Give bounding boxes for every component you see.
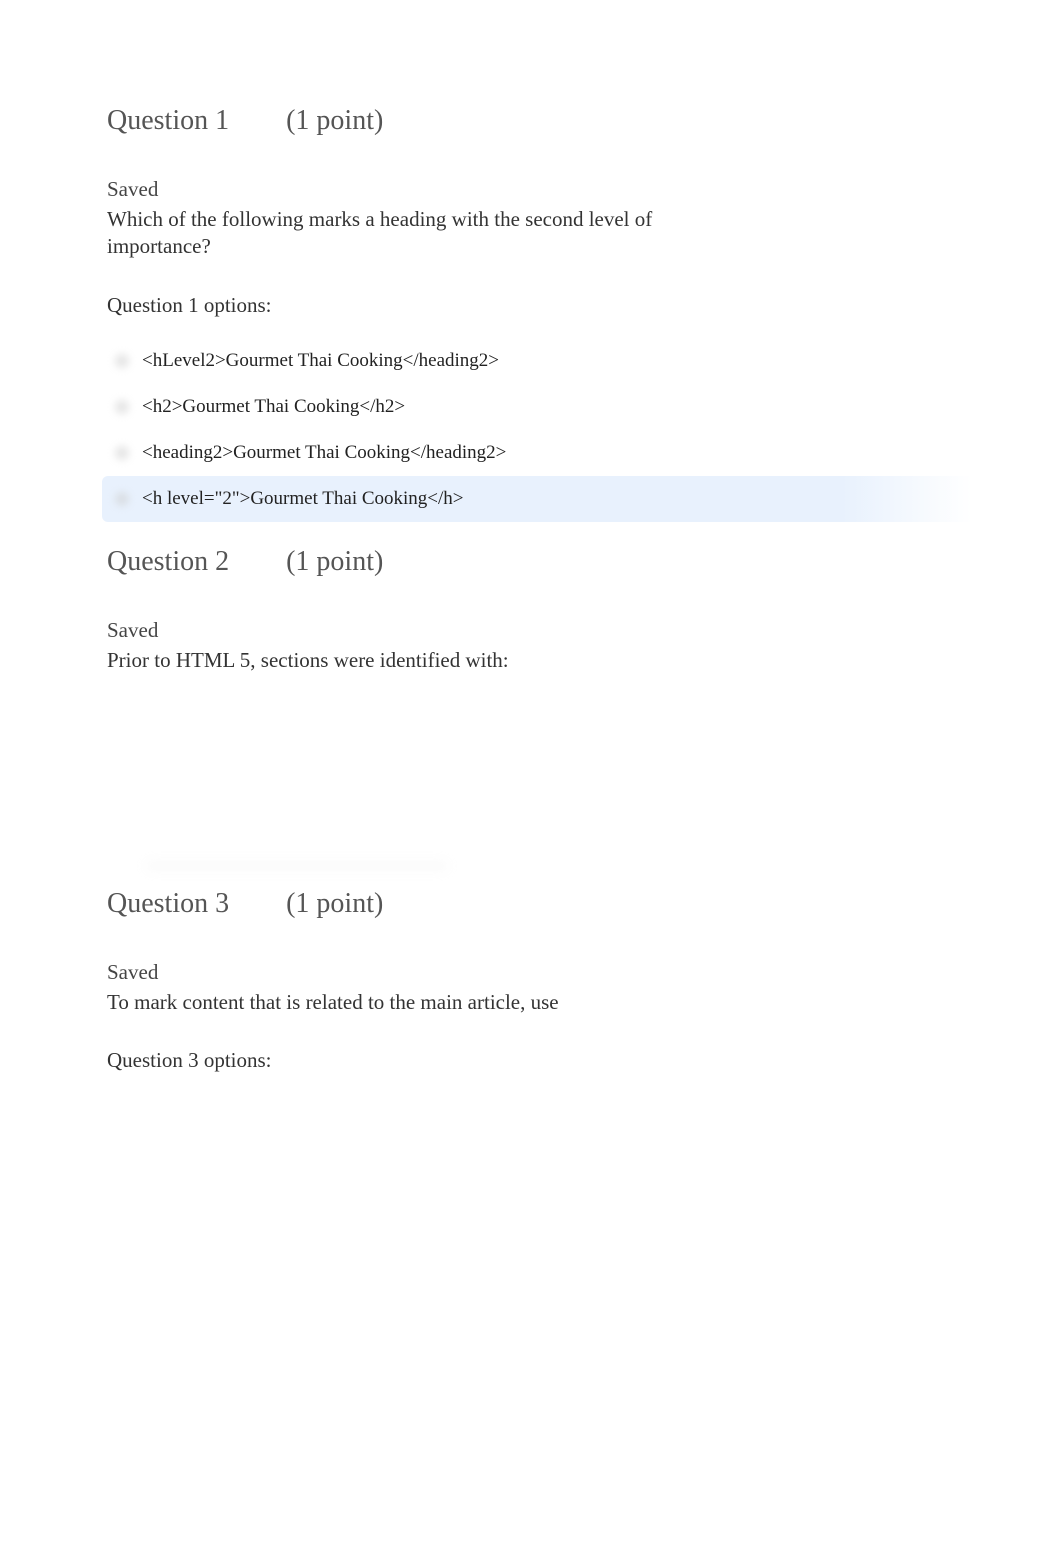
question-block-3: Question 3 (1 point) Saved To mark conte… [107, 888, 1062, 1073]
question-1-option-2[interactable]: <h2>Gourmet Thai Cooking</h2> [102, 384, 1062, 430]
question-1-option-1[interactable]: <hLevel2>Gourmet Thai Cooking</heading2> [102, 338, 1062, 384]
question-block-2: Question 2 (1 point) Saved Prior to HTML… [107, 546, 1062, 868]
question-2-header: Question 2 (1 point) [107, 546, 1062, 578]
radio-icon[interactable] [102, 400, 142, 414]
radio-icon[interactable] [102, 446, 142, 460]
question-1-option-4[interactable]: <h level="2">Gourmet Thai Cooking</h> [102, 476, 972, 522]
question-3-prompt: To mark content that is related to the m… [107, 989, 807, 1016]
question-2-prompt: Prior to HTML 5, sections were identifie… [107, 647, 807, 674]
blurred-content-divider [147, 864, 447, 868]
question-3-header: Question 3 (1 point) [107, 888, 1062, 920]
question-2-points: (1 point) [286, 546, 383, 578]
question-1-option-3[interactable]: <heading2>Gourmet Thai Cooking</heading2… [102, 430, 1062, 476]
question-3-saved-status: Saved [107, 960, 1062, 985]
question-3-options-label: Question 3 options: [107, 1048, 1062, 1073]
question-1-option-2-text: <h2>Gourmet Thai Cooking</h2> [142, 396, 405, 418]
question-1-options-label: Question 1 options: [107, 293, 1062, 318]
radio-icon[interactable] [102, 492, 142, 506]
question-2-number: Question 2 [107, 546, 229, 578]
question-1-prompt: Which of the following marks a heading w… [107, 206, 667, 261]
question-1-option-1-text: <hLevel2>Gourmet Thai Cooking</heading2> [142, 350, 499, 372]
question-1-saved-status: Saved [107, 177, 1062, 202]
question-1-option-3-text: <heading2>Gourmet Thai Cooking</heading2… [142, 442, 506, 464]
question-2-saved-status: Saved [107, 618, 1062, 643]
question-block-1: Question 1 (1 point) Saved Which of the … [107, 105, 1062, 522]
question-1-points: (1 point) [286, 105, 383, 137]
question-1-option-4-text: <h level="2">Gourmet Thai Cooking</h> [142, 488, 464, 510]
question-3-points: (1 point) [286, 888, 383, 920]
radio-icon[interactable] [102, 354, 142, 368]
question-1-header: Question 1 (1 point) [107, 105, 1062, 137]
question-1-number: Question 1 [107, 105, 229, 137]
question-3-number: Question 3 [107, 888, 229, 920]
